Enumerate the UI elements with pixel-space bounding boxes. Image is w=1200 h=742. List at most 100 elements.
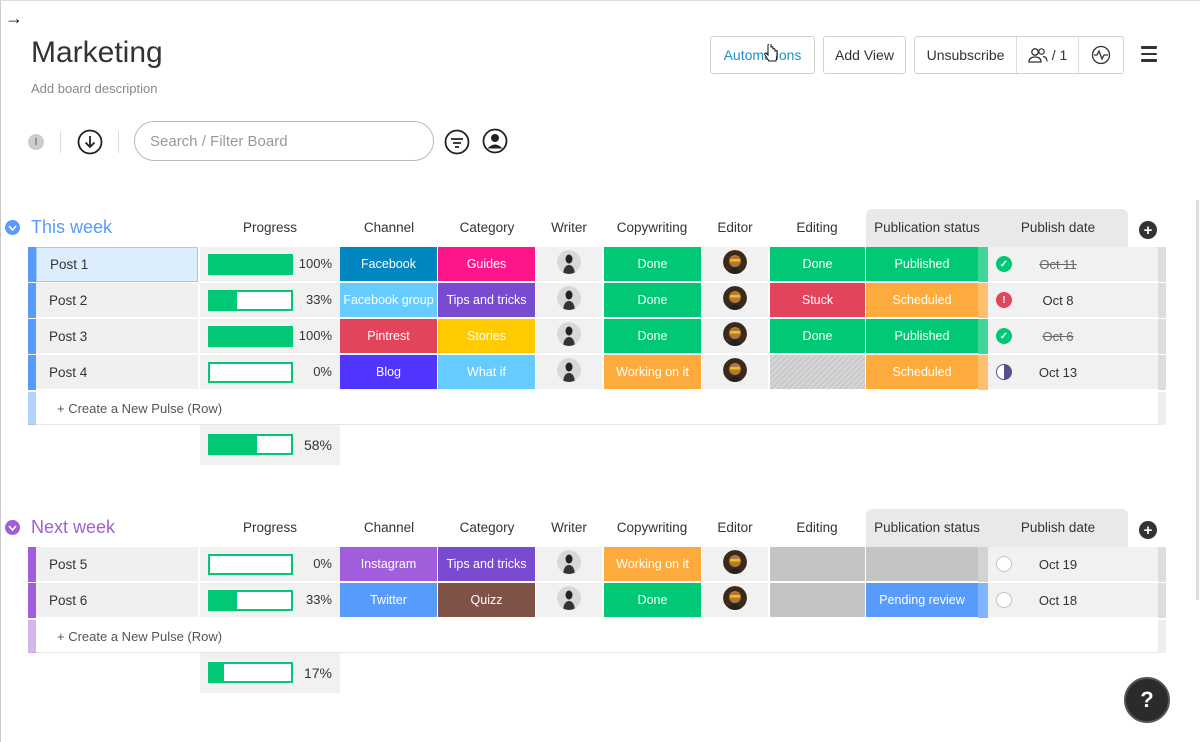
person-filter-icon[interactable]	[482, 128, 508, 154]
channel-cell[interactable]: Blog	[340, 355, 437, 390]
copywriting-cell[interactable]: Done	[604, 247, 701, 282]
publish-date-cell[interactable]: ! Oct 8	[988, 283, 1128, 318]
column-header-category[interactable]: Category	[438, 220, 536, 235]
row-color-bar[interactable]	[28, 319, 36, 354]
editor-cell[interactable]	[702, 247, 768, 282]
column-header-editing[interactable]: Editing	[768, 220, 866, 235]
scrollbar[interactable]	[1196, 200, 1199, 600]
row-color-bar[interactable]	[28, 547, 36, 582]
info-badge[interactable]: I	[28, 134, 44, 150]
editor-cell[interactable]	[702, 319, 768, 354]
writer-cell[interactable]	[536, 583, 602, 618]
column-header-progress[interactable]: Progress	[200, 220, 340, 235]
editing-cell[interactable]	[770, 583, 865, 618]
copywriting-cell[interactable]: Done	[604, 583, 701, 618]
editing-cell[interactable]	[770, 355, 865, 390]
add-view-button[interactable]: Add View	[823, 36, 906, 74]
column-header-writer[interactable]: Writer	[536, 220, 602, 235]
writer-cell[interactable]	[536, 319, 602, 354]
category-cell[interactable]: Quizz	[438, 583, 535, 618]
board-title[interactable]: Marketing	[31, 36, 163, 70]
filter-icon[interactable]	[444, 129, 470, 155]
writer-cell[interactable]	[536, 247, 602, 282]
create-pulse-row[interactable]: + Create a New Pulse (Row)	[28, 620, 1166, 653]
writer-cell[interactable]	[536, 283, 602, 318]
channel-cell[interactable]: Facebook	[340, 247, 437, 282]
editing-cell[interactable]	[770, 547, 865, 582]
add-column-icon[interactable]: +	[1139, 221, 1157, 239]
column-header-writer[interactable]: Writer	[536, 520, 602, 535]
editing-cell[interactable]: Done	[770, 247, 865, 282]
column-header-progress[interactable]: Progress	[200, 520, 340, 535]
table-row[interactable]: Post 4 0% Blog What if Working on it Sch…	[28, 355, 1166, 390]
publication-status-cell[interactable]	[866, 547, 978, 582]
column-header-channel[interactable]: Channel	[340, 220, 438, 235]
channel-cell[interactable]: Instagram	[340, 547, 437, 582]
row-color-bar[interactable]	[28, 283, 36, 318]
row-name-cell[interactable]: Post 4	[36, 355, 198, 390]
table-row[interactable]: Post 3 100% Pintrest Stories Done Done P…	[28, 319, 1166, 354]
table-row[interactable]: Post 5 0% Instagram Tips and tricks Work…	[28, 547, 1166, 582]
copywriting-cell[interactable]: Working on it	[604, 547, 701, 582]
publish-date-cell[interactable]: Oct 13	[988, 355, 1128, 390]
create-pulse-label[interactable]: + Create a New Pulse (Row)	[57, 401, 222, 416]
publication-status-cell[interactable]: Scheduled	[866, 283, 978, 318]
category-cell[interactable]: Tips and tricks	[438, 547, 535, 582]
create-pulse-row[interactable]: + Create a New Pulse (Row)	[28, 392, 1166, 425]
column-header-editor[interactable]: Editor	[702, 520, 768, 535]
download-icon[interactable]	[77, 129, 103, 155]
add-column-icon[interactable]: +	[1139, 521, 1157, 539]
channel-cell[interactable]: Twitter	[340, 583, 437, 618]
group-collapse-icon[interactable]	[5, 220, 20, 235]
channel-cell[interactable]: Pintrest	[340, 319, 437, 354]
board-description[interactable]: Add board description	[31, 81, 157, 96]
table-row[interactable]: Post 6 33% Twitter Quizz Done Pending re…	[28, 583, 1166, 618]
channel-cell[interactable]: Facebook group	[340, 283, 437, 318]
publication-status-cell[interactable]: Pending review	[866, 583, 978, 618]
row-color-bar[interactable]	[28, 247, 36, 282]
row-name-cell[interactable]: Post 1	[36, 247, 198, 282]
copywriting-cell[interactable]: Done	[604, 283, 701, 318]
group-collapse-icon[interactable]	[5, 520, 20, 535]
column-header-copywriting[interactable]: Copywriting	[602, 220, 702, 235]
column-header-publish-date[interactable]: Publish date	[988, 520, 1128, 535]
publish-date-cell[interactable]: ✓ Oct 11	[988, 247, 1128, 282]
create-pulse-label[interactable]: + Create a New Pulse (Row)	[57, 629, 222, 644]
table-row[interactable]: Post 2 33% Facebook group Tips and trick…	[28, 283, 1166, 318]
row-name-cell[interactable]: Post 6	[36, 583, 198, 618]
publish-date-cell[interactable]: ✓ Oct 6	[988, 319, 1128, 354]
help-button[interactable]: ?	[1124, 677, 1170, 723]
group-title[interactable]: Next week	[31, 517, 115, 538]
column-header-category[interactable]: Category	[438, 520, 536, 535]
column-header-publication-status[interactable]: Publication status	[866, 220, 988, 235]
category-cell[interactable]: Guides	[438, 247, 535, 282]
activity-button[interactable]	[1079, 37, 1123, 73]
publication-status-cell[interactable]: Published	[866, 247, 978, 282]
editing-cell[interactable]: Done	[770, 319, 865, 354]
row-name-cell[interactable]: Post 2	[36, 283, 198, 318]
column-header-editing[interactable]: Editing	[768, 520, 866, 535]
row-color-bar[interactable]	[28, 583, 36, 618]
row-name-cell[interactable]: Post 5	[36, 547, 198, 582]
table-row[interactable]: Post 1 100% Facebook Guides Done Done Pu…	[28, 247, 1166, 282]
publication-status-cell[interactable]: Published	[866, 319, 978, 354]
group-title[interactable]: This week	[31, 217, 112, 238]
editor-cell[interactable]	[702, 283, 768, 318]
category-cell[interactable]: Tips and tricks	[438, 283, 535, 318]
column-header-publish-date[interactable]: Publish date	[988, 220, 1128, 235]
writer-cell[interactable]	[536, 547, 602, 582]
category-cell[interactable]: Stories	[438, 319, 535, 354]
editor-cell[interactable]	[702, 583, 768, 618]
row-color-bar[interactable]	[28, 355, 36, 390]
search-input[interactable]	[134, 121, 434, 161]
category-cell[interactable]: What if	[438, 355, 535, 390]
editing-cell[interactable]: Stuck	[770, 283, 865, 318]
editor-cell[interactable]	[702, 547, 768, 582]
unsubscribe-button[interactable]: Unsubscribe	[915, 37, 1017, 73]
copywriting-cell[interactable]: Working on it	[604, 355, 701, 390]
copywriting-cell[interactable]: Done	[604, 319, 701, 354]
publish-date-cell[interactable]: Oct 19	[988, 547, 1128, 582]
writer-cell[interactable]	[536, 355, 602, 390]
back-arrow-icon[interactable]: →	[5, 8, 23, 29]
publish-date-cell[interactable]: Oct 18	[988, 583, 1128, 618]
